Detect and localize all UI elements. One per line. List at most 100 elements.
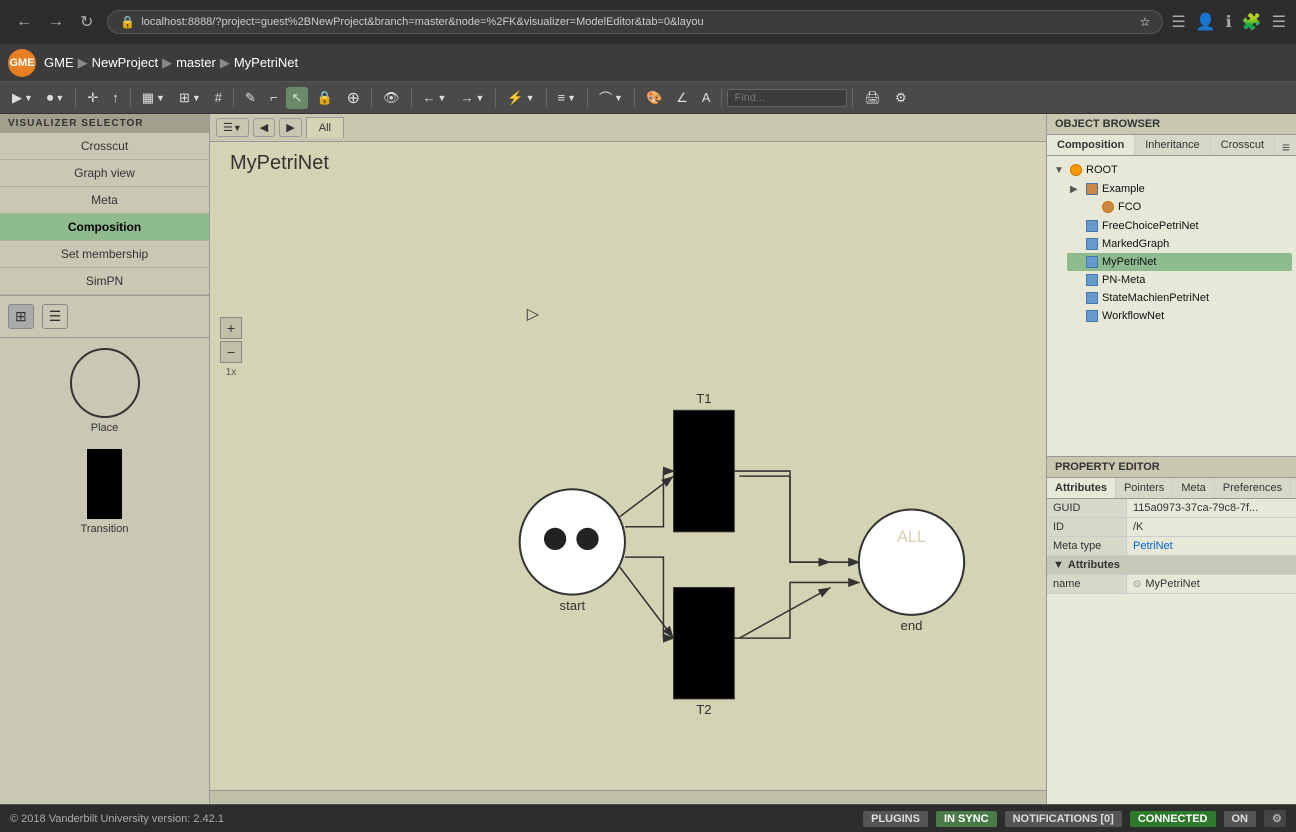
paint-button[interactable]: 🎨	[640, 87, 668, 109]
user-icon[interactable]: 👤	[1196, 12, 1216, 32]
hash-button[interactable]: #	[209, 87, 228, 108]
canvas-container[interactable]: MyPetriNet + − 1x ▷	[210, 142, 1046, 790]
app-body: VISUALIZER SELECTOR Crosscut Graph view …	[0, 114, 1296, 804]
visualizer-selector-title: VISUALIZER SELECTOR	[0, 114, 209, 133]
app-logo: GME	[8, 49, 36, 77]
tab-crosscut[interactable]: Crosscut	[1211, 135, 1275, 155]
prop-key-name: name	[1047, 575, 1127, 593]
tree-item-mypetrinet[interactable]: MyPetriNet	[1067, 253, 1292, 271]
palette-items: Place Transition	[0, 338, 209, 545]
nav-left-button[interactable]: ←▼	[417, 87, 453, 108]
address-bar[interactable]: 🔒 localhost:8888/?project=guest%2BNewPro…	[107, 10, 1163, 34]
upload-button[interactable]: ↑	[106, 87, 125, 108]
tab-pointers[interactable]: Pointers	[1116, 478, 1173, 498]
tab-composition[interactable]: Composition	[1047, 135, 1135, 155]
badge-connected[interactable]: CONNECTED	[1130, 811, 1216, 827]
breadcrumb-branch[interactable]: master	[176, 55, 216, 70]
sidebar-item-meta[interactable]: Meta	[0, 187, 209, 214]
forward-button[interactable]: →	[42, 10, 70, 34]
sidebar-item-setmembership[interactable]: Set membership	[0, 241, 209, 268]
nav-buttons: ← → ↻	[10, 10, 99, 34]
search-input[interactable]	[727, 89, 847, 107]
tab-all[interactable]: All	[306, 117, 344, 138]
prop-row-metatype: Meta type PetriNet	[1047, 537, 1296, 556]
move-button[interactable]: ✛	[81, 87, 104, 109]
back-button[interactable]: ←	[10, 10, 38, 34]
star-icon[interactable]: ☆	[1140, 15, 1151, 29]
tab-meta[interactable]: Meta	[1173, 478, 1214, 498]
tree-item-fco[interactable]: FCO	[1083, 198, 1292, 216]
separator-5	[411, 88, 412, 108]
prop-key-guid: GUID	[1047, 499, 1127, 517]
sidebar-item-simpn[interactable]: SimPN	[0, 268, 209, 295]
badge-notifications[interactable]: NOTIFICATIONS [0]	[1005, 811, 1122, 827]
freechoice-icon	[1085, 219, 1099, 233]
filter-icon[interactable]: ≡	[1282, 139, 1290, 155]
breadcrumb-node[interactable]: MyPetriNet	[234, 55, 298, 70]
place-icon	[70, 348, 140, 418]
horizontal-scrollbar[interactable]	[210, 790, 1046, 804]
badge-plugins[interactable]: PLUGINS	[863, 811, 928, 827]
tree-label-statemachien: StateMachienPetriNet	[1102, 292, 1209, 304]
tree-item-workflownet[interactable]: WorkflowNet	[1067, 307, 1292, 325]
tab-attributes[interactable]: Attributes	[1047, 478, 1116, 498]
tree-item-markedgraph[interactable]: MarkedGraph	[1067, 235, 1292, 253]
prop-val-metatype[interactable]: PetriNet	[1127, 537, 1296, 555]
grid-view-button[interactable]: ⊞	[8, 304, 34, 329]
connect-button[interactable]: ⌒▼	[593, 85, 629, 110]
pencil-button[interactable]: ✎	[239, 87, 262, 109]
tree-item-pnmeta[interactable]: PN-Meta	[1067, 271, 1292, 289]
lock-button[interactable]: 🔒	[310, 87, 338, 109]
list-view-button[interactable]: ☰	[42, 304, 69, 329]
sidebar-item-graphview[interactable]: Graph view	[0, 160, 209, 187]
layout-button[interactable]: ▦▼	[136, 87, 171, 109]
record-button[interactable]: ⏺▼	[41, 87, 70, 109]
toggle-example[interactable]: ▶	[1070, 184, 1082, 195]
url-text: localhost:8888/?project=guest%2BNewProje…	[141, 16, 1133, 28]
tree-item-example[interactable]: ▶ Example	[1067, 180, 1292, 198]
canvas-nav-next[interactable]: ▶	[279, 118, 301, 137]
badge-sync[interactable]: IN SYNC	[936, 811, 997, 827]
play-button[interactable]: ▶▼	[6, 87, 39, 109]
list-view-canvas-button[interactable]: ☰ ▼	[216, 118, 249, 137]
extensions-icon[interactable]: 🧩	[1242, 12, 1262, 32]
reload-button[interactable]: ↻	[74, 10, 99, 34]
path-button[interactable]: ⌐	[264, 87, 284, 108]
collapse-icon[interactable]: ▼	[1053, 559, 1064, 571]
tree-item-statemachien[interactable]: StateMachienPetriNet	[1067, 289, 1292, 307]
breadcrumb-gme[interactable]: GME	[44, 55, 74, 70]
tree-toggle-root[interactable]: ▼	[1054, 165, 1066, 176]
settings-button[interactable]: ⚙	[889, 87, 913, 109]
breadcrumb: GME ▶ NewProject ▶ master ▶ MyPetriNet	[44, 55, 298, 71]
badge-settings[interactable]: ⚙	[1264, 810, 1286, 827]
align-button[interactable]: ≡▼	[552, 87, 583, 108]
canvas-nav-prev[interactable]: ◀	[253, 118, 275, 137]
tree-item-freechoice[interactable]: FreeChoicePetriNet	[1067, 217, 1292, 235]
menu-icon[interactable]: ☰	[1272, 12, 1286, 32]
angle-button[interactable]: ∠	[670, 87, 694, 109]
tree-label-fco: FCO	[1118, 201, 1141, 213]
grid-button[interactable]: ⊞▼	[173, 87, 207, 109]
select-button[interactable]: ↖	[286, 87, 309, 109]
tree-item-root[interactable]: ▼ ROOT	[1051, 161, 1292, 179]
sidebar-item-composition[interactable]: Composition	[0, 214, 209, 241]
tab-inheritance[interactable]: Inheritance	[1135, 135, 1210, 155]
separator-7	[546, 88, 547, 108]
tab-preferences[interactable]: Preferences	[1215, 478, 1291, 498]
bookmarks-icon[interactable]: ☰	[1171, 12, 1185, 32]
palette-item-transition[interactable]: Transition	[81, 449, 129, 535]
info-icon[interactable]: ℹ	[1226, 12, 1232, 32]
prop-section-attributes: ▼ Attributes	[1047, 556, 1296, 575]
eye-button[interactable]: 👁	[377, 87, 406, 109]
sidebar-item-crosscut[interactable]: Crosscut	[0, 133, 209, 160]
text-button[interactable]: A	[696, 87, 717, 108]
palette-item-place[interactable]: Place	[70, 348, 140, 434]
plus-button[interactable]: ⊕	[341, 85, 366, 111]
nav-right-button[interactable]: →▼	[454, 87, 490, 108]
print-button[interactable]: 🖨	[858, 87, 887, 109]
tree-children-root: ▶ Example FCO	[1067, 179, 1292, 325]
prop-val-name[interactable]: ⊙ MyPetriNet	[1127, 575, 1296, 593]
breadcrumb-project[interactable]: NewProject	[92, 55, 158, 70]
badge-on[interactable]: ON	[1224, 811, 1257, 827]
distribute-button[interactable]: ⚡▼	[501, 87, 540, 109]
